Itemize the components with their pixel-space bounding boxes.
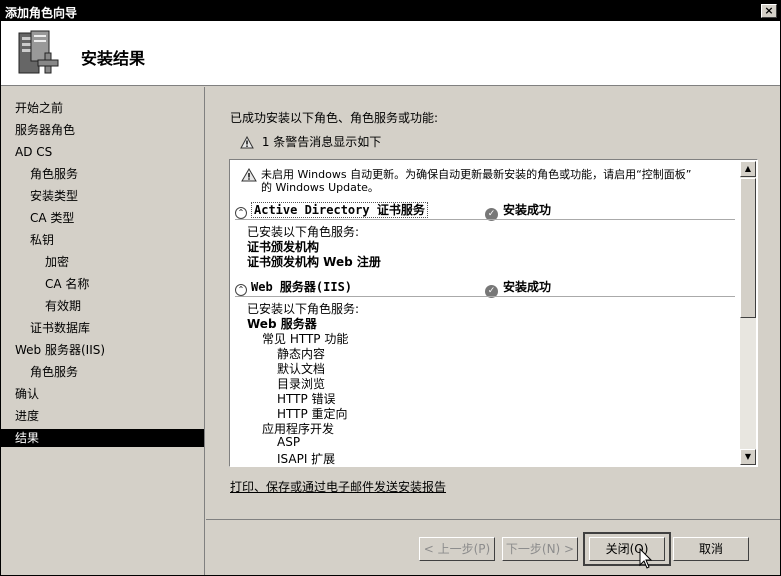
role-service-item: ASP: [277, 435, 301, 449]
section-title: Active Directory 证书服务: [251, 202, 428, 218]
sidebar-item[interactable]: 私钥: [1, 231, 204, 249]
results-content: 未启用 Windows 自动更新。为确保自动更新最新安装的角色或功能，请启用“控…: [231, 161, 740, 465]
sidebar-item[interactable]: 加密: [1, 253, 204, 271]
section-header-iis[interactable]: ⌃ Web 服务器(IIS): [235, 278, 352, 296]
sidebar-item[interactable]: 结果: [1, 429, 204, 447]
title-bar[interactable]: 添加角色向导 ×: [1, 1, 780, 21]
warning-icon: [240, 136, 254, 149]
intro-text: 已成功安装以下角色、角色服务或功能:: [230, 111, 439, 125]
results-scrollbar[interactable]: ▲ ▼: [740, 161, 756, 465]
sidebar-item[interactable]: 证书数据库: [1, 319, 204, 337]
scroll-up-icon[interactable]: ▲: [740, 161, 756, 177]
status-text: 安装成功: [503, 280, 552, 294]
sidebar-item[interactable]: 服务器角色: [1, 121, 204, 139]
close-button[interactable]: 关闭(O): [589, 537, 665, 561]
wizard-footer: < 上一步(P) 下一步(N) > 关闭(O) 取消: [206, 519, 780, 575]
sidebar-item[interactable]: 进度: [1, 407, 204, 425]
status-text: 安装成功: [503, 203, 552, 217]
status-success: ✓ 安装成功: [485, 201, 551, 221]
next-button[interactable]: 下一步(N) >: [502, 537, 578, 561]
sidebar-item[interactable]: CA 类型: [1, 209, 204, 227]
wizard-steps-sidebar: 开始之前 服务器角色 AD CS 角色服务 安装类型 CA 类型 私钥 加密 CA 名称 有效期证…: [1, 87, 205, 575]
close-button-focus-ring: 关闭(O): [583, 532, 671, 566]
sidebar-item[interactable]: 确认: [1, 385, 204, 403]
scroll-down-icon[interactable]: ▼: [740, 449, 756, 465]
add-roles-wizard-window: 添加角色向导 × 安装结果 开始之前 服务器角色 AD CS 角色服务 安装类型 CA 类…: [0, 0, 781, 576]
section-title: Web 服务器(IIS): [251, 280, 353, 294]
install-report-link[interactable]: 打印、保存或通过电子邮件发送安装报告: [230, 478, 446, 495]
sidebar-item[interactable]: Web 服务器(IIS): [1, 341, 204, 359]
sidebar-item[interactable]: 角色服务: [1, 165, 204, 183]
server-install-icon: [18, 30, 59, 74]
scrollbar-thumb[interactable]: [740, 178, 756, 318]
sidebar-item[interactable]: 开始之前: [1, 99, 204, 117]
cancel-button[interactable]: 取消: [673, 537, 749, 561]
window-title: 添加角色向导: [5, 6, 78, 20]
mouse-cursor-icon: [639, 548, 653, 569]
divider: [235, 219, 735, 220]
sidebar-item[interactable]: AD CS: [1, 143, 204, 161]
warning-summary-text: 1 条警告消息显示如下: [261, 135, 382, 149]
results-panel: 已成功安装以下角色、角色服务或功能: 1 条警告消息显示如下 未启用 Windo…: [206, 87, 780, 519]
role-service-item: ISAPI 扩展: [277, 452, 336, 465]
section-header-adcs[interactable]: ⌃ Active Directory 证书服务: [235, 201, 428, 219]
sidebar-item[interactable]: 角色服务: [1, 363, 204, 381]
status-success: ✓ 安装成功: [485, 278, 551, 298]
close-window-button[interactable]: ×: [761, 4, 777, 18]
divider: [235, 296, 735, 297]
role-service-item: 证书颁发机构 Web 注册: [247, 255, 381, 269]
installation-results-list[interactable]: 未启用 Windows 自动更新。为确保自动更新最新安装的角色或功能，请启用“控…: [229, 159, 758, 467]
sidebar-item[interactable]: 有效期: [1, 297, 204, 315]
warning-message-line2: 的 Windows Update。: [261, 181, 379, 194]
sidebar-item[interactable]: CA 名称: [1, 275, 204, 293]
wizard-header: 安装结果: [1, 21, 780, 86]
previous-button[interactable]: < 上一步(P): [419, 537, 495, 561]
warning-icon: [241, 168, 257, 182]
page-title: 安装结果: [81, 49, 146, 68]
warning-summary: 1 条警告消息显示如下: [240, 133, 381, 150]
sidebar-item[interactable]: 安装类型: [1, 187, 204, 205]
collapse-icon[interactable]: ⌃: [235, 207, 247, 219]
collapse-icon[interactable]: ⌃: [235, 284, 247, 296]
